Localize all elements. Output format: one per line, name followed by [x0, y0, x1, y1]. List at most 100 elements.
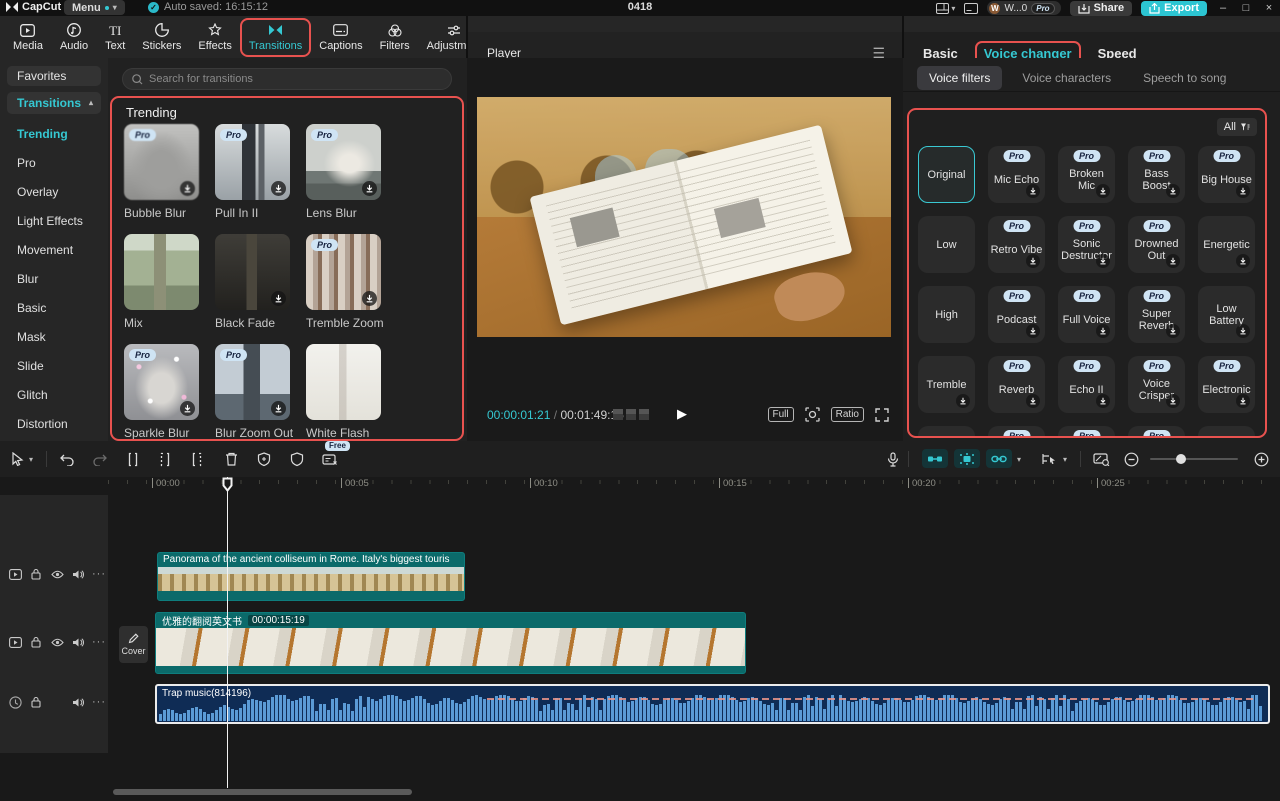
sidebar-item-overlay[interactable]: Overlay [0, 178, 108, 207]
transition-card[interactable]: Pro Tremble Zoom [306, 234, 381, 330]
voice-filter-card-partial[interactable] [1198, 426, 1255, 438]
download-icon[interactable] [271, 401, 286, 416]
timeline-zoom-slider[interactable] [1150, 458, 1238, 460]
tab-text[interactable]: TI Text [100, 21, 130, 54]
voice-filter-card[interactable]: ProRetro Vibe [988, 216, 1045, 273]
download-icon[interactable] [1236, 184, 1250, 198]
transition-card[interactable]: Black Fade [215, 234, 290, 330]
link-clips-chevron[interactable]: ▾ [1014, 450, 1024, 468]
transition-card[interactable]: Pro Bubble Blur [124, 124, 199, 220]
voice-filter-card-partial[interactable] [918, 426, 975, 438]
zoom-slider-handle[interactable] [1176, 454, 1186, 464]
sidebar-group-transitions[interactable]: Transitions ▴ [7, 92, 101, 114]
voice-filter-card[interactable]: ProPodcast [988, 286, 1045, 343]
play-button[interactable]: ▶ [677, 406, 687, 422]
sidebar-item-slide[interactable]: Slide [0, 352, 108, 381]
track-pointer-icon[interactable] [1040, 450, 1058, 468]
record-voiceover-icon[interactable] [884, 450, 902, 468]
zoom-out-icon[interactable] [1122, 450, 1140, 468]
transition-card[interactable]: Mix [124, 234, 199, 330]
visibility-eye-icon[interactable] [50, 635, 64, 649]
download-icon[interactable] [180, 181, 195, 196]
voice-filter-card[interactable]: Low [918, 216, 975, 273]
voice-filter-card-partial[interactable]: Pro [1058, 426, 1115, 438]
transition-card[interactable]: Pro Lens Blur [306, 124, 381, 220]
account-button[interactable]: W W...0 Pro [987, 1, 1060, 15]
video-clip[interactable]: 优雅的翻阅英文书 00:00:15:19 [155, 612, 746, 674]
voice-filter-card[interactable]: ProReverb [988, 356, 1045, 413]
undo-icon[interactable] [58, 450, 76, 468]
transition-card[interactable]: Pro Pull In II [215, 124, 290, 220]
voice-filter-card[interactable]: Original [918, 146, 975, 203]
share-button[interactable]: Share [1070, 1, 1133, 16]
voice-filter-card[interactable]: High [918, 286, 975, 343]
mask-icon[interactable] [288, 450, 306, 468]
ratio-button[interactable]: Ratio [831, 407, 864, 422]
lock-icon[interactable] [29, 695, 43, 709]
timeline-preview-icon[interactable] [1092, 450, 1110, 468]
transition-card[interactable]: Pro Blur Zoom Out [215, 344, 290, 440]
menu-button[interactable]: Menu ▾ [64, 0, 125, 15]
sidebar-item-mask[interactable]: Mask [0, 323, 108, 352]
track-more-icon[interactable]: ··· [92, 696, 106, 708]
voice-filter-card[interactable]: Tremble [918, 356, 975, 413]
mute-speaker-icon[interactable] [71, 635, 85, 649]
download-icon[interactable] [956, 394, 970, 408]
download-icon[interactable] [1236, 254, 1250, 268]
mute-speaker-icon[interactable] [71, 567, 85, 581]
text-clip[interactable]: Panorama of the ancient colliseum in Rom… [157, 552, 465, 601]
maximize-button[interactable]: □ [1239, 2, 1253, 14]
lock-icon[interactable] [29, 635, 43, 649]
voice-filter-card[interactable]: ProDrowned Out [1128, 216, 1185, 273]
sidebar-item-glitch[interactable]: Glitch [0, 381, 108, 410]
full-button[interactable]: Full [768, 407, 794, 422]
transitions-search[interactable] [122, 68, 452, 90]
download-icon[interactable] [180, 401, 195, 416]
transition-card[interactable]: White Flash [306, 344, 381, 440]
sidebar-item-trending[interactable]: Trending [0, 120, 108, 149]
voice-filter-card-partial[interactable]: Pro [1128, 426, 1185, 438]
download-icon[interactable] [1026, 184, 1040, 198]
sidebar-item-light-effects[interactable]: Light Effects [0, 207, 108, 236]
subtab-voice-filters[interactable]: Voice filters [917, 66, 1002, 90]
search-input[interactable] [149, 73, 429, 85]
voice-filter-card[interactable]: Low Battery [1198, 286, 1255, 343]
sidebar-item-blur[interactable]: Blur [0, 265, 108, 294]
sidebar-item-movement[interactable]: Movement [0, 236, 108, 265]
voice-filter-card[interactable]: ProSonic Destructor [1058, 216, 1115, 273]
download-icon[interactable] [271, 291, 286, 306]
voice-filter-card[interactable]: ProSuper Reverb [1128, 286, 1185, 343]
timeline[interactable]: 00:0000:0500:1000:1500:2000:25 ··· ··· ·… [0, 477, 1280, 801]
download-icon[interactable] [1166, 254, 1180, 268]
download-icon[interactable] [1096, 324, 1110, 338]
transition-card[interactable]: Pro Sparkle Blur [124, 344, 199, 440]
close-button[interactable]: × [1262, 2, 1276, 14]
download-icon[interactable] [1026, 394, 1040, 408]
export-button[interactable]: Export [1141, 1, 1207, 16]
sidebar-favorites[interactable]: Favorites [7, 66, 101, 86]
playhead-marker[interactable] [222, 477, 233, 492]
download-icon[interactable] [1096, 184, 1110, 198]
download-icon[interactable] [362, 181, 377, 196]
sidebar-item-pro[interactable]: Pro [0, 149, 108, 178]
download-icon[interactable] [1096, 394, 1110, 408]
subtab-voice-characters[interactable]: Voice characters [1010, 66, 1123, 90]
link-clips-toggle[interactable] [986, 449, 1012, 468]
voice-filter-card[interactable]: ProFull Voice [1058, 286, 1115, 343]
tab-captions[interactable]: Captions [314, 21, 367, 54]
lock-icon[interactable] [29, 567, 43, 581]
split-icon[interactable] [124, 450, 142, 468]
sidebar-item-distortion[interactable]: Distortion [0, 410, 108, 439]
download-icon[interactable] [362, 291, 377, 306]
voice-filter-card[interactable]: ProBroken Mic [1058, 146, 1115, 203]
voice-filter-card[interactable]: ProMic Echo [988, 146, 1045, 203]
tab-effects[interactable]: Effects [193, 21, 236, 54]
panel-toggle-button[interactable] [964, 3, 978, 14]
download-icon[interactable] [1166, 394, 1180, 408]
audio-clip[interactable]: Trap music(814196) [155, 684, 1270, 724]
magnetic-snap-toggle[interactable] [922, 449, 948, 468]
voice-filter-card[interactable]: ProVoice Crisper [1128, 356, 1185, 413]
horizontal-scrollbar[interactable] [113, 789, 412, 795]
tab-media[interactable]: Media [8, 21, 48, 54]
download-icon[interactable] [1166, 184, 1180, 198]
